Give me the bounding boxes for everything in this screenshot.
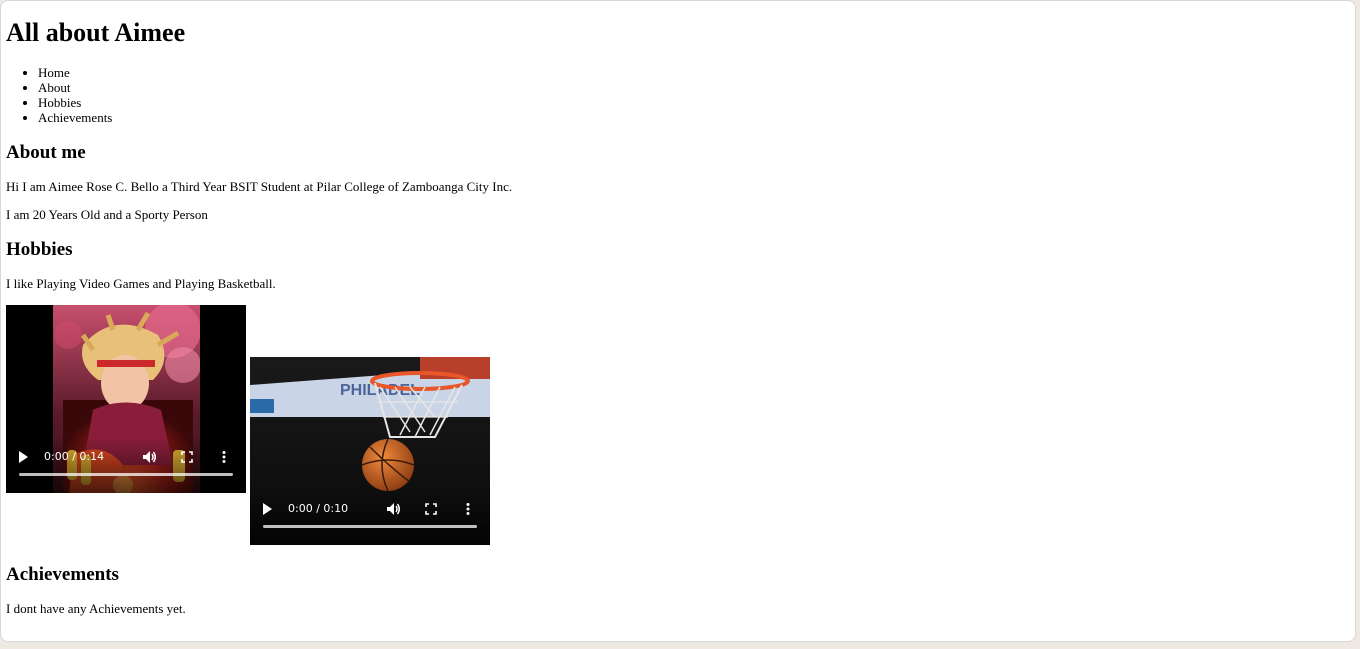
video-player-games[interactable]: 0:00 / 0:14	[6, 305, 246, 493]
more-options-icon[interactable]	[222, 451, 226, 463]
video-time: 0:00 / 0:14	[44, 450, 105, 463]
page-container: All about Aimee Home About Hobbies Achie…	[0, 0, 1356, 642]
fullscreen-icon[interactable]	[181, 451, 193, 463]
nav-item-home: Home	[38, 65, 112, 80]
nav-list: Home About Hobbies Achievements	[6, 65, 112, 125]
play-icon[interactable]	[18, 451, 28, 463]
volume-icon[interactable]	[143, 451, 157, 463]
play-icon[interactable]	[262, 503, 272, 515]
nav-item-hobbies: Hobbies	[38, 95, 112, 110]
video-time: 0:00 / 0:10	[288, 502, 349, 515]
about-line-1: Hi I am Aimee Rose C. Bello a Third Year…	[6, 179, 513, 194]
hobbies-text: I like Playing Video Games and Playing B…	[6, 276, 276, 291]
video-player-basketball[interactable]: PHILADEL 0:00 / 0:10	[250, 357, 490, 545]
page-title: All about Aimee	[6, 18, 186, 47]
about-line-2: I am 20 Years Old and a Sporty Person	[6, 207, 208, 222]
video-progress-bar[interactable]	[263, 525, 477, 528]
fullscreen-icon[interactable]	[425, 503, 437, 515]
about-heading: About me	[6, 142, 86, 163]
achievements-heading: Achievements	[6, 564, 119, 585]
nav-item-achievements: Achievements	[38, 110, 112, 125]
hobbies-heading: Hobbies	[6, 239, 73, 260]
nav-item-about: About	[38, 80, 112, 95]
video-controls: 0:00 / 0:10	[250, 489, 490, 545]
achievements-text: I dont have any Achievements yet.	[6, 601, 186, 616]
more-options-icon[interactable]	[466, 503, 470, 515]
video-controls: 0:00 / 0:14	[6, 437, 246, 493]
volume-icon[interactable]	[387, 503, 401, 515]
video-progress-bar[interactable]	[19, 473, 233, 476]
